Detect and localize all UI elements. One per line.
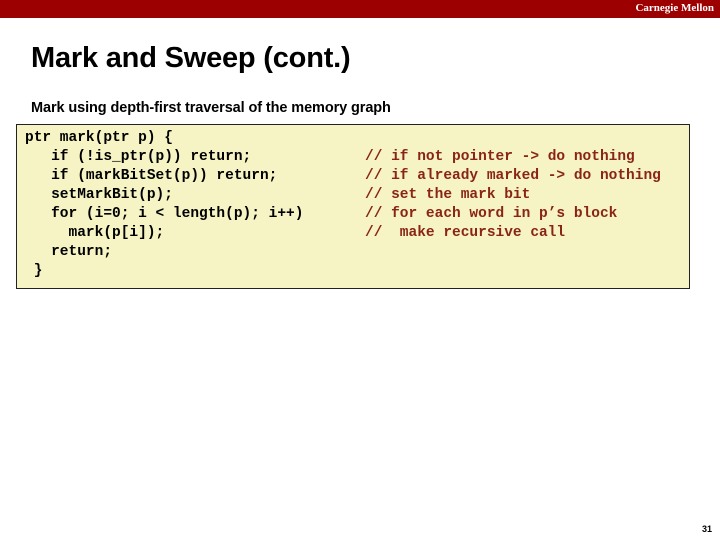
code-line-text: mark(p[i]);	[25, 225, 165, 241]
code-line-text: if (!is_ptr(p)) return;	[25, 149, 252, 165]
page-title: Mark and Sweep (cont.)	[31, 42, 351, 74]
code-line: if (!is_ptr(p)) return; // if not pointer…	[17, 148, 689, 167]
code-line-comment: // if not pointer -> do nothing	[365, 149, 635, 165]
code-block: ptr mark(ptr p) { if (!is_ptr(p)) return…	[16, 124, 690, 289]
code-line: ptr mark(ptr p) {	[17, 129, 689, 148]
code-line-text: setMarkBit(p);	[25, 187, 173, 203]
code-line: setMarkBit(p); // set the mark bit	[17, 186, 689, 205]
brand-name: Carnegie Mellon	[635, 2, 714, 14]
code-line-comment: // set the mark bit	[365, 187, 531, 203]
code-line-text: return;	[25, 244, 113, 260]
code-line: if (markBitSet(p)) return; // if already …	[17, 167, 689, 186]
brand-bar: Carnegie Mellon	[0, 0, 720, 18]
code-lines: ptr mark(ptr p) { if (!is_ptr(p)) return…	[17, 125, 689, 288]
code-line: mark(p[i]); // make recursive call	[17, 224, 689, 243]
code-line-text: }	[25, 263, 43, 279]
code-line-text: for (i=0; i < length(p); i++)	[25, 206, 304, 222]
code-line: for (i=0; i < length(p); i++) // for each…	[17, 205, 689, 224]
code-line: }	[17, 262, 689, 281]
code-line-comment: // for each word in p’s block	[365, 206, 618, 222]
page-number: 31	[701, 524, 712, 534]
code-line-comment: // make recursive call	[365, 225, 566, 241]
code-line-text: ptr mark(ptr p) {	[25, 130, 173, 146]
code-line-comment: // if already marked -> do nothing	[365, 168, 661, 184]
code-line: return;	[17, 243, 689, 262]
slide-subtitle: Mark using depth-first traversal of the …	[31, 100, 391, 116]
code-line-text: if (markBitSet(p)) return;	[25, 168, 278, 184]
